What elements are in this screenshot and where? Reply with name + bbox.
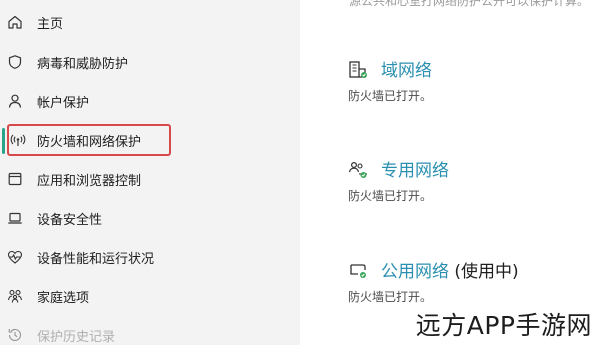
home-icon	[6, 13, 24, 31]
sidebar-item-protection-history[interactable]: 保护历史记录	[0, 320, 300, 350]
sidebar-item-label: 主页	[37, 16, 64, 32]
sidebar-item-app-browser[interactable]: 应用和浏览器控制	[0, 164, 300, 194]
network-title[interactable]: 域网络	[381, 56, 432, 81]
private-network-icon	[348, 160, 368, 180]
shield-icon	[6, 53, 24, 71]
in-use-label: (使用中)	[449, 262, 519, 282]
network-status: 防火墙已打开。	[348, 189, 433, 203]
heart-pulse-icon	[6, 248, 24, 266]
domain-network-icon	[348, 60, 368, 80]
sidebar-item-virus-protection[interactable]: 病毒和威胁防护	[0, 47, 300, 77]
network-private[interactable]: 专用网络 防火墙已打开。	[348, 156, 588, 206]
network-title[interactable]: 公用网络 (使用中)	[381, 257, 519, 282]
sidebar-item-label: 帐户保护	[37, 95, 90, 111]
sidebar-item-label: 病毒和威胁防护	[37, 56, 129, 72]
history-icon	[6, 326, 24, 344]
laptop-icon	[6, 209, 24, 227]
highlight-box	[7, 124, 171, 156]
watermark: 远方APP手游网	[415, 311, 592, 340]
network-status: 防火墙已打开。	[348, 89, 433, 103]
public-network-icon	[348, 261, 368, 281]
sidebar-item-label: 家庭选项	[37, 290, 90, 306]
sidebar-item-label: 设备安全性	[37, 212, 103, 228]
sidebar-item-label: 设备性能和运行状况	[37, 251, 155, 267]
sidebar-item-family[interactable]: 家庭选项	[0, 281, 300, 311]
description-text: 源公共和心室打网络防护公开可以保护计算。	[349, 0, 590, 8]
sidebar-item-label: 保护历史记录	[37, 329, 116, 345]
network-status: 防火墙已打开。	[348, 290, 433, 304]
network-title[interactable]: 专用网络	[381, 156, 449, 181]
sidebar-item-device-health[interactable]: 设备性能和运行状况	[0, 242, 300, 272]
network-public[interactable]: 公用网络 (使用中) 防火墙已打开。	[348, 257, 588, 307]
person-icon	[6, 92, 24, 110]
sidebar-item-home[interactable]: 主页	[0, 7, 300, 37]
sidebar-item-device-security[interactable]: 设备安全性	[0, 203, 300, 233]
family-icon	[6, 287, 24, 305]
network-domain[interactable]: 域网络 防火墙已打开。	[348, 56, 588, 106]
sidebar-item-label: 应用和浏览器控制	[37, 173, 142, 189]
app-window-icon	[6, 170, 24, 188]
sidebar: 主页 病毒和威胁防护 帐户保护 防火墙和网络保护 应用和浏览器控制 设备安全性	[0, 0, 300, 345]
sidebar-item-account[interactable]: 帐户保护	[0, 86, 300, 116]
